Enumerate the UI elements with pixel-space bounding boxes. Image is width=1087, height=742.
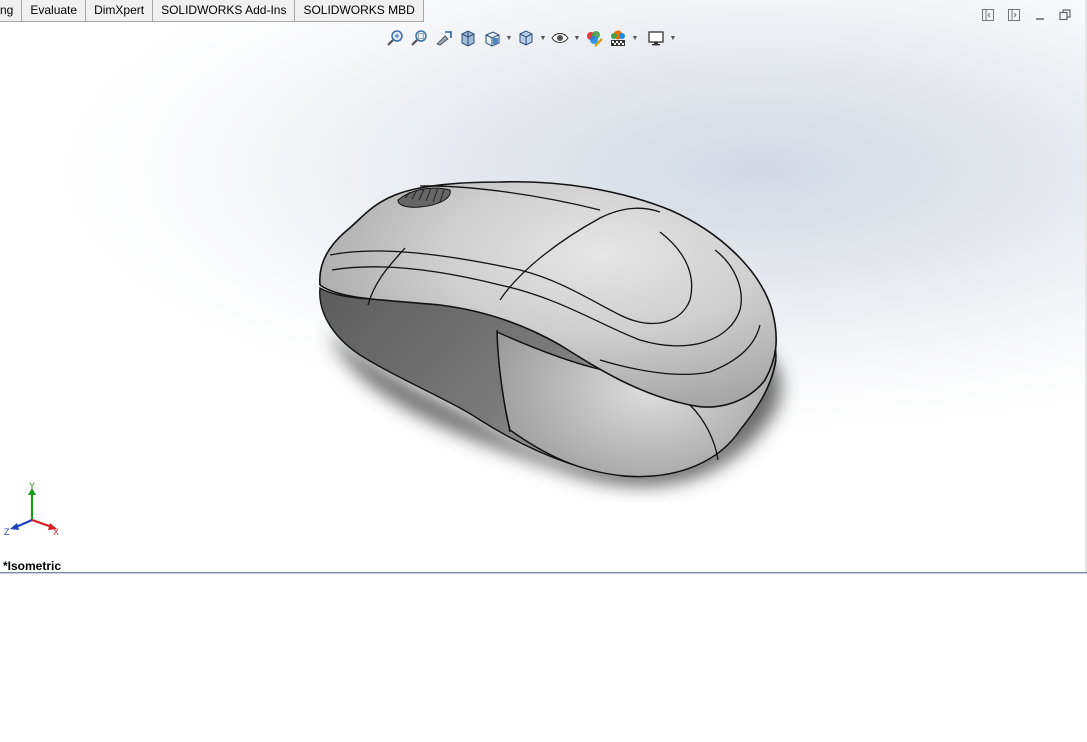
heads-up-view-toolbar: ▼ ▼ ▼ ▼ ▼ — [384, 26, 678, 50]
graphics-area[interactable]: ▼ ▼ ▼ ▼ ▼ Y X Z *Isometric — [0, 0, 1087, 572]
tile-left-icon[interactable] — [979, 6, 997, 24]
tab-solidworks-add-ins[interactable]: SOLIDWORKS Add-Ins — [152, 0, 296, 22]
chevron-down-icon[interactable]: ▼ — [504, 26, 514, 50]
chevron-down-icon[interactable]: ▼ — [630, 26, 640, 50]
chevron-down-icon[interactable]: ▼ — [668, 26, 678, 50]
chevron-down-icon[interactable]: ▼ — [572, 26, 582, 50]
bottom-panel — [0, 574, 1087, 742]
tab-solidworks-mbd[interactable]: SOLIDWORKS MBD — [294, 0, 424, 22]
zoom-to-area-icon[interactable] — [408, 26, 432, 50]
hide-show-items-icon[interactable] — [548, 26, 572, 50]
triad-z-label: Z — [4, 527, 10, 537]
display-style-icon[interactable] — [514, 26, 538, 50]
edit-appearance-icon[interactable] — [582, 26, 606, 50]
view-orientation-label: *Isometric — [3, 559, 62, 572]
view-settings-icon[interactable] — [644, 26, 668, 50]
mouse-3d-model[interactable] — [0, 0, 1087, 572]
tab-sketch[interactable]: ng — [0, 0, 23, 22]
minimize-icon[interactable] — [1031, 6, 1049, 24]
chevron-down-icon[interactable]: ▼ — [538, 26, 548, 50]
apply-scene-icon[interactable] — [606, 26, 630, 50]
tab-dimxpert[interactable]: DimXpert — [85, 0, 154, 22]
tile-right-icon[interactable] — [1005, 6, 1023, 24]
restore-icon[interactable] — [1056, 6, 1074, 24]
command-manager-tabs: ng Evaluate DimXpert SOLIDWORKS Add-Ins … — [0, 0, 424, 22]
zoom-to-fit-icon[interactable] — [384, 26, 408, 50]
triad-x-label: X — [53, 527, 59, 537]
reference-triad: Y X Z — [4, 481, 59, 537]
triad-y-label: Y — [29, 481, 35, 491]
view-orientation-icon[interactable] — [480, 26, 504, 50]
previous-view-icon[interactable] — [432, 26, 456, 50]
section-view-icon[interactable] — [456, 26, 480, 50]
tab-evaluate[interactable]: Evaluate — [21, 0, 87, 22]
